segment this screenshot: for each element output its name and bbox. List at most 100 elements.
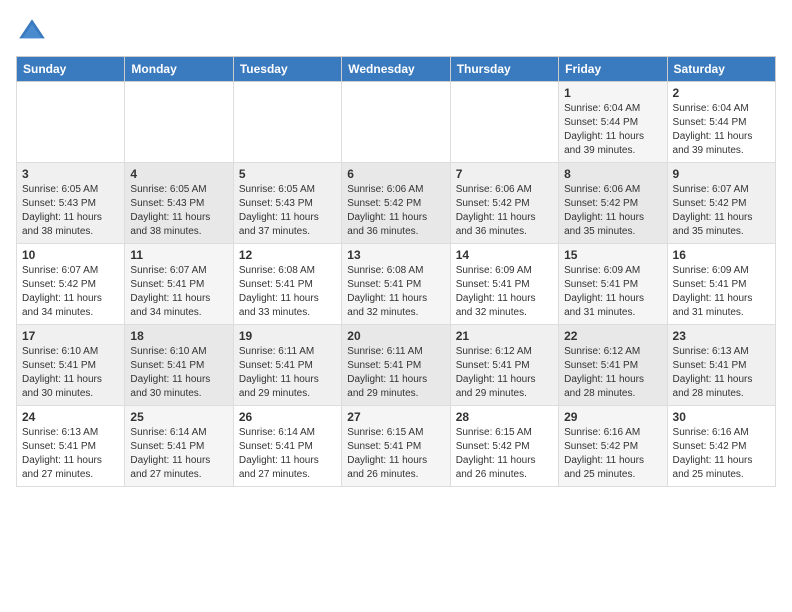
calendar-cell: 18 Sunrise: 6:10 AM Sunset: 5:41 PM Dayli… — [125, 325, 233, 406]
calendar-cell — [342, 82, 450, 163]
day-number: 10 — [22, 248, 119, 262]
calendar-cell: 9 Sunrise: 6:07 AM Sunset: 5:42 PM Daylig… — [667, 163, 775, 244]
day-number: 9 — [673, 167, 770, 181]
calendar-cell: 27 Sunrise: 6:15 AM Sunset: 5:41 PM Dayli… — [342, 406, 450, 487]
day-number: 22 — [564, 329, 661, 343]
calendar-cell: 1 Sunrise: 6:04 AM Sunset: 5:44 PM Daylig… — [559, 82, 667, 163]
day-info: Sunrise: 6:05 AM Sunset: 5:43 PM Dayligh… — [22, 183, 119, 239]
day-number: 12 — [239, 248, 336, 262]
day-number: 30 — [673, 410, 770, 424]
day-number: 21 — [456, 329, 553, 343]
day-number: 28 — [456, 410, 553, 424]
calendar-cell: 21 Sunrise: 6:12 AM Sunset: 5:41 PM Dayli… — [450, 325, 558, 406]
day-info: Sunrise: 6:12 AM Sunset: 5:41 PM Dayligh… — [456, 345, 553, 401]
calendar-cell: 2 Sunrise: 6:04 AM Sunset: 5:44 PM Daylig… — [667, 82, 775, 163]
day-number: 29 — [564, 410, 661, 424]
day-number: 1 — [564, 86, 661, 100]
day-info: Sunrise: 6:08 AM Sunset: 5:41 PM Dayligh… — [347, 264, 444, 320]
calendar-header-thursday: Thursday — [450, 57, 558, 82]
calendar-cell — [125, 82, 233, 163]
calendar-header-sunday: Sunday — [17, 57, 125, 82]
logo — [16, 16, 52, 48]
day-info: Sunrise: 6:06 AM Sunset: 5:42 PM Dayligh… — [564, 183, 661, 239]
day-number: 8 — [564, 167, 661, 181]
day-number: 13 — [347, 248, 444, 262]
calendar-cell — [450, 82, 558, 163]
calendar-week-2: 3 Sunrise: 6:05 AM Sunset: 5:43 PM Daylig… — [17, 163, 776, 244]
logo-icon — [16, 16, 48, 48]
calendar-week-5: 24 Sunrise: 6:13 AM Sunset: 5:41 PM Dayli… — [17, 406, 776, 487]
calendar-cell: 5Sunrise: 6:05 AM Sunset: 5:43 PM Daylig… — [233, 163, 341, 244]
day-number: 3 — [22, 167, 119, 181]
calendar-cell: 26 Sunrise: 6:14 AM Sunset: 5:41 PM Dayli… — [233, 406, 341, 487]
day-number: 17 — [22, 329, 119, 343]
calendar-cell: 8 Sunrise: 6:06 AM Sunset: 5:42 PM Daylig… — [559, 163, 667, 244]
day-info: Sunrise: 6:13 AM Sunset: 5:41 PM Dayligh… — [22, 426, 119, 482]
day-info: Sunrise: 6:08 AM Sunset: 5:41 PM Dayligh… — [239, 264, 336, 320]
day-number: 7 — [456, 167, 553, 181]
day-info: Sunrise: 6:15 AM Sunset: 5:41 PM Dayligh… — [347, 426, 444, 482]
day-number: 27 — [347, 410, 444, 424]
day-number: 18 — [130, 329, 227, 343]
day-number: 26 — [239, 410, 336, 424]
calendar-cell: 3 Sunrise: 6:05 AM Sunset: 5:43 PM Daylig… — [17, 163, 125, 244]
calendar-cell: 15Sunrise: 6:09 AM Sunset: 5:41 PM Dayli… — [559, 244, 667, 325]
day-info: Sunrise: 6:15 AM Sunset: 5:42 PM Dayligh… — [456, 426, 553, 482]
day-number: 15 — [564, 248, 661, 262]
calendar-cell: 12 Sunrise: 6:08 AM Sunset: 5:41 PM Dayli… — [233, 244, 341, 325]
calendar-cell: 30 Sunrise: 6:16 AM Sunset: 5:42 PM Dayli… — [667, 406, 775, 487]
day-number: 23 — [673, 329, 770, 343]
day-number: 2 — [673, 86, 770, 100]
calendar-cell: 28 Sunrise: 6:15 AM Sunset: 5:42 PM Dayli… — [450, 406, 558, 487]
day-info: Sunrise: 6:07 AM Sunset: 5:41 PM Dayligh… — [130, 264, 227, 320]
day-number: 16 — [673, 248, 770, 262]
calendar-header-tuesday: Tuesday — [233, 57, 341, 82]
day-info: Sunrise: 6:16 AM Sunset: 5:42 PM Dayligh… — [673, 426, 770, 482]
day-info: Sunrise: 6:10 AM Sunset: 5:41 PM Dayligh… — [130, 345, 227, 401]
day-info: Sunrise: 6:09 AM Sunset: 5:41 PM Dayligh… — [456, 264, 553, 320]
day-info: Sunrise: 6:11 AM Sunset: 5:41 PM Dayligh… — [347, 345, 444, 401]
day-info: Sunrise: 6:13 AM Sunset: 5:41 PM Dayligh… — [673, 345, 770, 401]
calendar-header-friday: Friday — [559, 57, 667, 82]
day-info: Sunrise: 6:07 AM Sunset: 5:42 PM Dayligh… — [22, 264, 119, 320]
day-info: Sunrise: 6:09 AM Sunset: 5:41 PM Dayligh… — [673, 264, 770, 320]
day-info: Sunrise: 6:14 AM Sunset: 5:41 PM Dayligh… — [239, 426, 336, 482]
day-number: 24 — [22, 410, 119, 424]
calendar-cell: 14 Sunrise: 6:09 AM Sunset: 5:41 PM Dayli… — [450, 244, 558, 325]
calendar-cell: 11 Sunrise: 6:07 AM Sunset: 5:41 PM Dayli… — [125, 244, 233, 325]
calendar-cell: 7 Sunrise: 6:06 AM Sunset: 5:42 PM Daylig… — [450, 163, 558, 244]
page-header — [16, 16, 776, 48]
day-info: Sunrise: 6:06 AM Sunset: 5:42 PM Dayligh… — [456, 183, 553, 239]
calendar-cell: 19 Sunrise: 6:11 AM Sunset: 5:41 PM Dayli… — [233, 325, 341, 406]
calendar-cell: 6Sunrise: 6:06 AM Sunset: 5:42 PM Daylig… — [342, 163, 450, 244]
day-info: Sunrise: 6:04 AM Sunset: 5:44 PM Dayligh… — [564, 102, 661, 158]
day-info: Sunrise: 6:12 AM Sunset: 5:41 PM Dayligh… — [564, 345, 661, 401]
calendar-header-monday: Monday — [125, 57, 233, 82]
calendar-header-row: SundayMondayTuesdayWednesdayThursdayFrid… — [17, 57, 776, 82]
day-info: Sunrise: 6:04 AM Sunset: 5:44 PM Dayligh… — [673, 102, 770, 158]
day-info: Sunrise: 6:16 AM Sunset: 5:42 PM Dayligh… — [564, 426, 661, 482]
calendar-header-wednesday: Wednesday — [342, 57, 450, 82]
calendar-header-saturday: Saturday — [667, 57, 775, 82]
calendar-table: SundayMondayTuesdayWednesdayThursdayFrid… — [16, 56, 776, 487]
day-info: Sunrise: 6:10 AM Sunset: 5:41 PM Dayligh… — [22, 345, 119, 401]
day-number: 14 — [456, 248, 553, 262]
calendar-cell — [17, 82, 125, 163]
calendar-cell: 13 Sunrise: 6:08 AM Sunset: 5:41 PM Dayli… — [342, 244, 450, 325]
day-info: Sunrise: 6:05 AM Sunset: 5:43 PM Dayligh… — [130, 183, 227, 239]
calendar-cell: 29 Sunrise: 6:16 AM Sunset: 5:42 PM Dayli… — [559, 406, 667, 487]
day-info: Sunrise: 6:07 AM Sunset: 5:42 PM Dayligh… — [673, 183, 770, 239]
calendar-cell: 24 Sunrise: 6:13 AM Sunset: 5:41 PM Dayli… — [17, 406, 125, 487]
calendar-cell: 10 Sunrise: 6:07 AM Sunset: 5:42 PM Dayli… — [17, 244, 125, 325]
calendar-cell: 16 Sunrise: 6:09 AM Sunset: 5:41 PM Dayli… — [667, 244, 775, 325]
calendar-cell: 23 Sunrise: 6:13 AM Sunset: 5:41 PM Dayli… — [667, 325, 775, 406]
day-number: 20 — [347, 329, 444, 343]
day-number: 6 — [347, 167, 444, 181]
day-number: 19 — [239, 329, 336, 343]
day-number: 11 — [130, 248, 227, 262]
day-info: Sunrise: 6:11 AM Sunset: 5:41 PM Dayligh… — [239, 345, 336, 401]
day-number: 25 — [130, 410, 227, 424]
calendar-cell — [233, 82, 341, 163]
calendar-cell: 25Sunrise: 6:14 AM Sunset: 5:41 PM Dayli… — [125, 406, 233, 487]
day-info: Sunrise: 6:05 AM Sunset: 5:43 PM Dayligh… — [239, 183, 336, 239]
